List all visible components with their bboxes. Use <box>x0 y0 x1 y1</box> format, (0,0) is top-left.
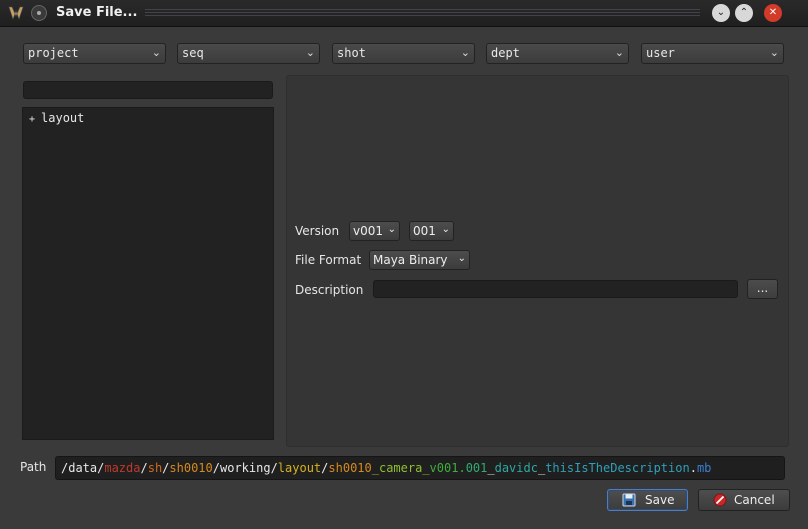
cancel-button-label: Cancel <box>734 493 775 507</box>
user-select-value: user <box>646 46 675 60</box>
details-panel <box>286 75 789 447</box>
user-select[interactable]: user ⌄ <box>641 43 784 64</box>
seq-select[interactable]: seq ⌄ <box>177 43 320 64</box>
expand-icon[interactable]: + <box>29 114 35 125</box>
path-segment: /data/ <box>61 461 105 475</box>
maximize-icon[interactable]: ⌃ <box>735 4 753 22</box>
path-segment: sh0010 <box>169 461 213 475</box>
path-segment: 001 <box>465 461 488 475</box>
path-segment: . <box>689 461 697 475</box>
version-label: Version <box>295 224 340 238</box>
path-segment: /working/ <box>212 461 278 475</box>
path-field[interactable]: /data/mazda/sh/sh0010/working/layout/sh0… <box>55 456 785 480</box>
dept-select[interactable]: dept ⌄ <box>486 43 629 64</box>
path-segment: layout <box>277 461 322 475</box>
shot-select[interactable]: shot ⌄ <box>332 43 475 64</box>
file-format-label: File Format <box>295 253 362 267</box>
minimize-icon[interactable]: ⌄ <box>712 4 730 22</box>
path-segment: v001 <box>429 461 459 475</box>
tree-item-label: layout <box>41 111 85 125</box>
floppy-disk-icon <box>622 493 636 507</box>
file-format-select[interactable]: Maya Binary ⌄ <box>369 250 470 270</box>
dept-select-value: dept <box>491 46 520 60</box>
cancel-icon <box>713 493 727 507</box>
description-input[interactable] <box>373 280 738 298</box>
path-segment: _ <box>487 461 495 475</box>
version-minor-select[interactable]: 001 ⌄ <box>409 221 454 241</box>
close-icon[interactable]: ✕ <box>764 4 782 22</box>
chevron-down-icon: ⌄ <box>441 224 450 235</box>
path-segment: mb <box>696 461 712 475</box>
tree-filter-input[interactable] <box>23 81 273 99</box>
project-select[interactable]: project ⌄ <box>23 43 166 64</box>
cancel-button[interactable]: Cancel <box>698 489 790 511</box>
window-title: Save File... <box>56 5 138 20</box>
path-label: Path <box>20 460 47 474</box>
path-segment: . <box>458 461 466 475</box>
path-segment: / <box>140 461 148 475</box>
path-segment: sh0010 <box>328 461 372 475</box>
path-segment: davidc <box>494 461 538 475</box>
chevron-down-icon: ⌄ <box>614 46 624 59</box>
path-segment: _camera_ <box>371 461 430 475</box>
path-segment: sh <box>147 461 163 475</box>
chevron-down-icon: ⌄ <box>387 224 396 235</box>
path-segment: mazda <box>104 461 141 475</box>
description-label: Description <box>295 283 364 297</box>
tree-item-layout[interactable]: + layout <box>29 111 84 125</box>
project-select-value: project <box>28 46 79 60</box>
seq-select-value: seq <box>182 46 204 60</box>
chevron-down-icon: ⌄ <box>305 46 315 59</box>
chevron-down-icon: ⌄ <box>457 253 466 264</box>
browse-button[interactable]: ... <box>747 279 778 299</box>
version-minor-value: 001 <box>413 224 436 238</box>
title-grip <box>145 9 700 17</box>
file-format-value: Maya Binary <box>373 253 448 267</box>
title-bar: Save File... ⌄ ⌃ ✕ <box>0 0 808 27</box>
chevron-down-icon: ⌄ <box>460 46 470 59</box>
pin-icon[interactable] <box>31 5 47 21</box>
version-major-select[interactable]: v001 ⌄ <box>349 221 400 241</box>
app-icon[interactable] <box>8 5 24 21</box>
folder-tree[interactable]: + layout <box>22 107 274 440</box>
save-button-label: Save <box>645 493 675 507</box>
chevron-down-icon: ⌄ <box>769 46 779 59</box>
version-major-value: v001 <box>353 224 384 238</box>
shot-select-value: shot <box>337 46 366 60</box>
save-button[interactable]: Save <box>607 489 688 511</box>
chevron-down-icon: ⌄ <box>151 46 161 59</box>
path-segment: thisIsTheDescription <box>545 461 690 475</box>
